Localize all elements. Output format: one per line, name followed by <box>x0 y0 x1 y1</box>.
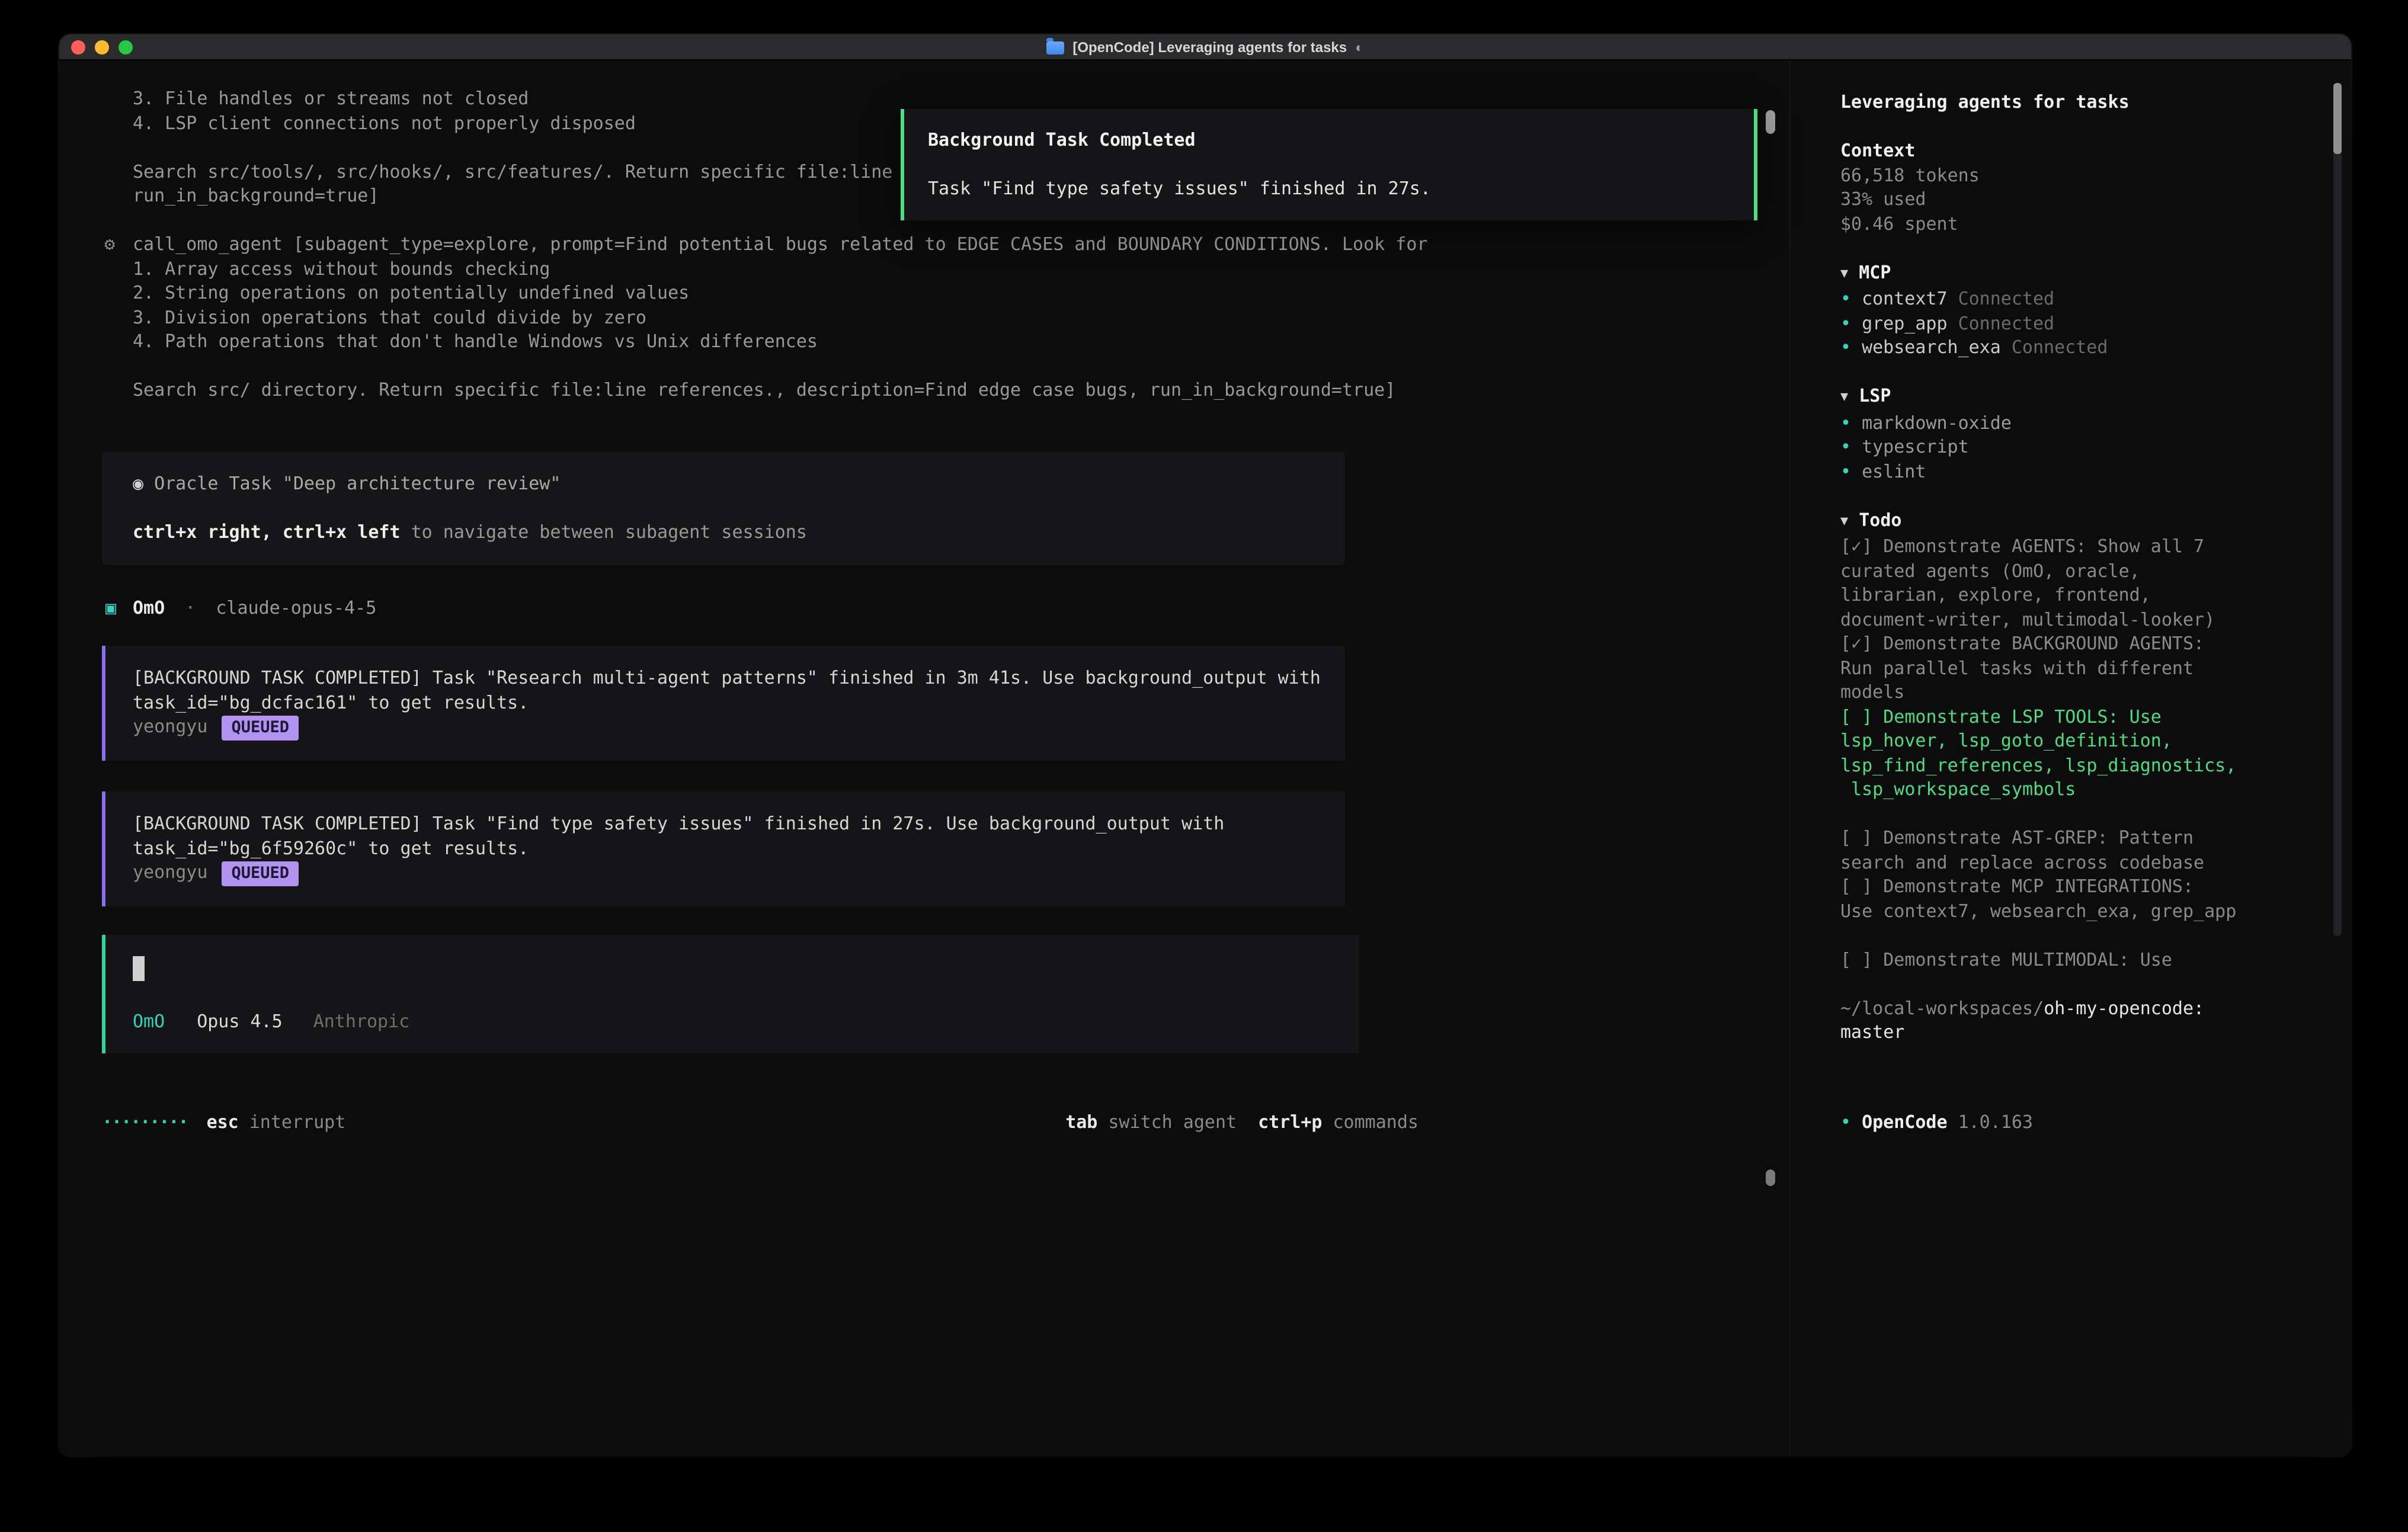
lsp-item: •typescript <box>1840 435 2288 459</box>
bullet-icon: • <box>1840 312 1851 334</box>
bullet-icon: • <box>1840 1111 1851 1133</box>
active-agent-label: OmO <box>133 1011 165 1032</box>
sidebar: Leveraging agents for tasks Context 66,5… <box>1789 60 2351 1456</box>
todo-item: [ ] Demonstrate AST-GREP: Pattern search… <box>1840 826 2288 874</box>
status-right: tabswitch agentctrl+pcommands <box>1065 1110 1418 1135</box>
context-tokens: 66,518 tokens <box>1840 163 2288 187</box>
collapse-triangle-icon: ▼ <box>1840 509 1848 533</box>
todo-item: [ ] Demonstrate MULTIMODAL: Use <box>1840 947 2288 972</box>
subagent-navigation-hint: ctrl+x right, ctrl+x left to navigate be… <box>133 520 1314 544</box>
agent-name: OmO <box>133 597 165 618</box>
mcp-item: •websearch_exaConnected <box>1840 335 2288 360</box>
window-title-text: [OpenCode] Leveraging agents for tasks <box>1072 36 1347 60</box>
mcp-section-header[interactable]: ▼MCP <box>1840 260 2288 287</box>
sidebar-scrollbar-track[interactable] <box>2333 83 2342 936</box>
ctrl-p-key-hint: ctrl+p <box>1258 1111 1322 1133</box>
status-badge: QUEUED <box>222 716 299 741</box>
oracle-task-card[interactable]: ◉Oracle Task "Deep architecture review" … <box>102 451 1345 565</box>
activity-indicator-icon: ◐ <box>1355 36 1364 60</box>
provider-label: Anthropic <box>313 1011 410 1032</box>
lsp-item: •eslint <box>1840 459 2288 483</box>
agent-session-header[interactable]: ▣ OmO · claude-opus-4-5 <box>102 595 1403 620</box>
message-meta: yeongyu QUEUED <box>133 714 1331 741</box>
todo-item: [ ] Demonstrate LSP TOOLS: Use lsp_hover… <box>1840 704 2288 802</box>
window-titlebar[interactable]: [OpenCode] Leveraging agents for tasks ◐ <box>59 34 2351 60</box>
opencode-window: [OpenCode] Leveraging agents for tasks ◐… <box>59 34 2351 1456</box>
message-line: task_id="bg_dcfac161" to get results. <box>133 690 1331 714</box>
main-scrollbar-thumb-bottom[interactable] <box>1766 1169 1775 1186</box>
author-name: yeongyu <box>133 716 207 737</box>
desktop: [OpenCode] Leveraging agents for tasks ◐… <box>0 0 2408 1532</box>
message-line: task_id="bg_6f59260c" to get results. <box>133 836 1331 860</box>
esc-key-hint: esc <box>207 1111 239 1133</box>
context-spent: $0.46 spent <box>1840 211 2288 236</box>
collapse-triangle-icon: ▼ <box>1840 261 1848 286</box>
session-title: Leveraging agents for tasks <box>1840 90 2288 114</box>
toast-body: Task "Find type safety issues" finished … <box>928 177 1730 201</box>
agent-call-text: call_omo_agent [subagent_type=explore, p… <box>102 232 1403 354</box>
status-badge: QUEUED <box>222 861 299 886</box>
bullet-icon: • <box>1840 436 1851 457</box>
oracle-task-title: ◉Oracle Task "Deep architecture review" <box>133 472 1314 496</box>
author-name: yeongyu <box>133 861 207 883</box>
collapse-triangle-icon: ▼ <box>1840 385 1848 409</box>
todo-item: [ ] Demonstrate MCP INTEGRATIONS: Use co… <box>1840 874 2288 923</box>
separator-dot: · <box>185 597 196 618</box>
context-header: Context <box>1840 139 2288 163</box>
gear-icon: ⚙ <box>104 232 115 257</box>
status-bar: ·········escinterrupt tabswitch agentctr… <box>102 1110 1418 1135</box>
status-left: ·········escinterrupt <box>102 1110 345 1135</box>
window-title: [OpenCode] Leveraging agents for tasks ◐ <box>59 34 2351 60</box>
agent-call-block: ⚙ call_omo_agent [subagent_type=explore,… <box>102 232 1403 354</box>
input-model-info: OmO Opus 4.5 Anthropic <box>133 1009 1332 1034</box>
prompt-input[interactable]: OmO Opus 4.5 Anthropic <box>102 935 1359 1053</box>
message-line: [BACKGROUND TASK COMPLETED] Task "Resear… <box>133 666 1331 690</box>
folder-icon <box>1046 41 1064 54</box>
todo-section-header[interactable]: ▼Todo <box>1840 508 2288 534</box>
background-task-message: [BACKGROUND TASK COMPLETED] Task "Find t… <box>102 791 1345 906</box>
lsp-item: •markdown-oxide <box>1840 411 2288 435</box>
agent-model: claude-opus-4-5 <box>216 597 376 618</box>
background-task-message: [BACKGROUND TASK COMPLETED] Task "Resear… <box>102 646 1345 761</box>
mcp-item: •context7Connected <box>1840 287 2288 311</box>
conversation-scroll: 3. File handles or streams not closed 4.… <box>102 86 1403 1053</box>
main-scrollbar-thumb[interactable] <box>1766 110 1775 134</box>
bullet-icon: • <box>1840 460 1851 482</box>
toast-title: Background Task Completed <box>928 128 1730 152</box>
message-line: [BACKGROUND TASK COMPLETED] Task "Find t… <box>133 812 1331 836</box>
workspace-path: ~/local-workspaces/oh-my-opencode:master <box>1840 996 2288 1044</box>
search-instruction-text: Search src/ directory. Return specific f… <box>102 378 1403 402</box>
lsp-section-header[interactable]: ▼LSP <box>1840 384 2288 411</box>
active-model-label: Opus 4.5 <box>197 1011 283 1032</box>
bullet-icon: • <box>1840 412 1851 433</box>
todo-item: [✓] Demonstrate AGENTS: Show all 7 curat… <box>1840 534 2288 632</box>
text-cursor <box>133 956 145 981</box>
bullet-icon: • <box>1840 336 1851 358</box>
branch-name: master <box>1840 1021 1904 1043</box>
agent-icon: ▣ <box>105 595 116 620</box>
message-meta: yeongyu QUEUED <box>133 860 1331 886</box>
conversation-pane[interactable]: 3. File handles or streams not closed 4.… <box>59 60 1789 1456</box>
todo-item: [✓] Demonstrate BACKGROUND AGENTS: Run p… <box>1840 632 2288 704</box>
app-version: •OpenCode1.0.163 <box>1840 1110 2033 1135</box>
spinner-dots-icon: ········· <box>102 1111 188 1133</box>
sidebar-scrollbar-thumb[interactable] <box>2333 83 2342 154</box>
mcp-item: •grep_appConnected <box>1840 311 2288 335</box>
background-task-toast: Background Task Completed Task "Find typ… <box>901 109 1757 220</box>
bullet-icon: • <box>1840 288 1851 309</box>
context-used: 33% used <box>1840 187 2288 211</box>
tab-key-hint: tab <box>1065 1111 1097 1133</box>
fisheye-icon: ◉ <box>133 473 143 494</box>
input-line[interactable] <box>133 956 1332 981</box>
